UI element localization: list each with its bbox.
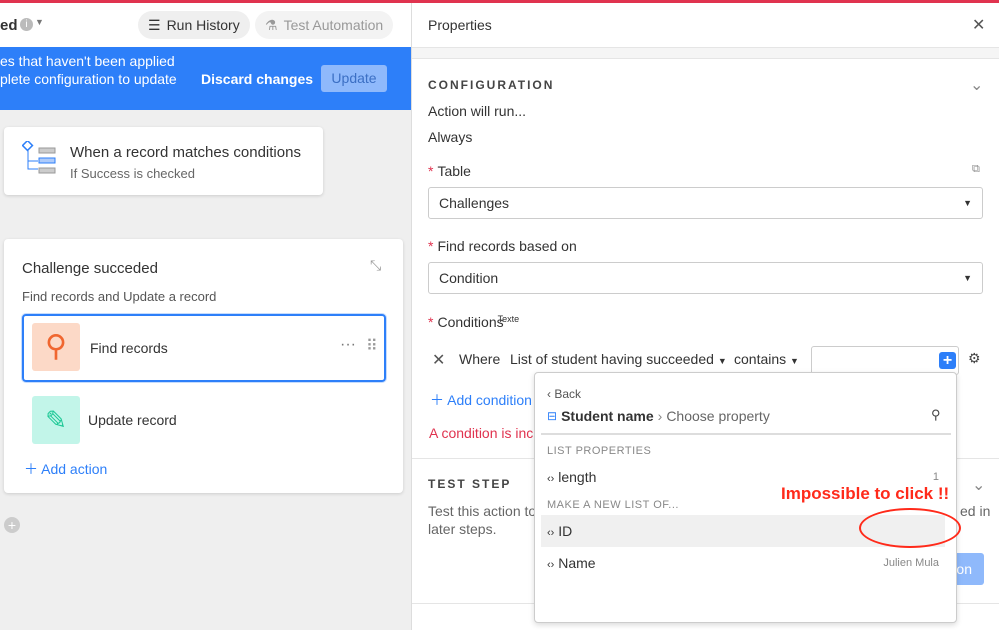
- gear-icon[interactable]: ⚙: [968, 350, 981, 367]
- divider: [412, 47, 999, 59]
- close-icon[interactable]: ✕: [972, 15, 985, 35]
- remove-condition-icon[interactable]: ✕: [432, 350, 445, 370]
- code-icon: ‹›: [547, 473, 555, 485]
- automation-header: ed i ▼ ☰ Run History ⚗ Test Automation: [0, 3, 411, 47]
- expand-record-icon[interactable]: ⧉: [972, 163, 980, 176]
- caret-down-icon: ▼: [717, 356, 727, 366]
- action-group-subtitle: Find records and Update a record: [22, 289, 217, 304]
- panel-title: Properties: [428, 17, 492, 33]
- table-value: Challenges: [439, 195, 510, 211]
- search-icon: ⚲: [32, 323, 80, 371]
- pencil-icon: ✎: [32, 396, 80, 444]
- action-group-card: Challenge succeded ⤡ Find records and Up…: [4, 239, 403, 493]
- code-icon: ‹›: [547, 527, 555, 539]
- banner-text-line2: plete configuration to update: [0, 71, 177, 87]
- list-properties-heading: LIST PROPERTIES: [547, 445, 652, 457]
- property-item-name[interactable]: ‹› Name Julien Mula: [541, 547, 945, 579]
- test-step-text-end: ed in: [960, 503, 991, 519]
- back-button[interactable]: ‹ Back: [547, 387, 581, 401]
- chevron-down-icon[interactable]: ⌄: [970, 75, 983, 95]
- field-dropdown[interactable]: List of student having succeeded ▼: [510, 351, 727, 367]
- property-label: ID: [558, 523, 573, 539]
- add-condition-label: Add condition: [447, 392, 532, 408]
- breadcrumb-current: Choose property: [666, 408, 770, 424]
- make-new-list-heading: MAKE A NEW LIST OF...: [547, 499, 679, 511]
- automation-title: ed: [0, 17, 18, 34]
- table-select[interactable]: Challenges ▼: [428, 187, 983, 219]
- chevron-down-icon[interactable]: ▼: [35, 17, 44, 27]
- trigger-title: When a record matches conditions: [70, 144, 301, 161]
- where-label: Where: [459, 351, 501, 367]
- drag-handle-icon[interactable]: ⠿: [366, 336, 378, 356]
- find-records-label: Find records based on: [437, 238, 577, 254]
- add-condition-button[interactable]: ＋ Add condition: [430, 390, 532, 410]
- breadcrumb-separator: ›: [657, 408, 663, 424]
- breadcrumb-source: Student name: [561, 408, 654, 424]
- add-action-button[interactable]: ＋ Add action: [24, 459, 107, 479]
- test-step-text-line2: later steps.: [428, 521, 497, 537]
- test-step-text: Test this action to: [428, 503, 537, 519]
- caret-down-icon: ▼: [963, 198, 972, 208]
- unsaved-changes-banner: es that haven't been applied plete confi…: [0, 47, 411, 110]
- add-step-icon[interactable]: +: [4, 517, 20, 533]
- operator-value: contains: [734, 351, 787, 367]
- list-icon: ☰: [148, 16, 161, 33]
- property-value: 1: [932, 471, 939, 483]
- code-icon: ‹›: [547, 559, 555, 571]
- annotation-text: Impossible to click !!: [781, 484, 950, 503]
- test-automation-label: Test Automation: [283, 17, 384, 33]
- caret-down-icon: ▼: [963, 273, 972, 283]
- trigger-subtitle: If Success is checked: [70, 166, 195, 181]
- condition-error-text: A condition is inc: [429, 425, 534, 441]
- trigger-card[interactable]: When a record matches conditions If Succ…: [4, 127, 323, 195]
- annotation-circle: [859, 508, 961, 548]
- property-value: Julien Mula: [883, 557, 939, 569]
- property-label: length: [558, 469, 597, 485]
- plus-icon: ＋: [24, 461, 42, 477]
- table-label: Table: [437, 163, 471, 179]
- field-value: List of student having succeeded: [510, 351, 714, 367]
- configuration-heading: CONFIGURATION: [428, 78, 555, 92]
- action-group-title: Challenge succeded: [22, 260, 158, 277]
- divider: [541, 433, 951, 435]
- discard-changes-button[interactable]: Discard changes: [201, 71, 313, 87]
- tooltip-overlay-text: Texte: [497, 314, 520, 324]
- run-condition-value: Always: [428, 129, 473, 145]
- search-icon[interactable]: ⚲: [931, 407, 941, 423]
- flask-icon: ⚗: [265, 16, 278, 33]
- action-label: Find records: [90, 340, 168, 356]
- property-label: Name: [558, 555, 596, 571]
- add-action-label: Add action: [41, 461, 108, 477]
- test-automation-button[interactable]: ⚗ Test Automation: [255, 11, 394, 39]
- breadcrumb: ⊟ Student name › Choose property: [547, 408, 770, 424]
- find-based-on-value: Condition: [439, 270, 499, 286]
- action-will-run-label: Action will run...: [428, 103, 527, 119]
- trigger-tree-icon: [22, 141, 56, 174]
- run-history-button[interactable]: ☰ Run History: [138, 11, 250, 39]
- back-label: Back: [554, 387, 582, 401]
- insert-value-plus-icon[interactable]: +: [939, 352, 956, 369]
- collapse-icon[interactable]: ⤡: [370, 257, 381, 274]
- chevron-down-icon[interactable]: ⌄: [972, 475, 985, 495]
- banner-text-line1: es that haven't been applied: [0, 53, 175, 69]
- caret-down-icon: ▼: [790, 356, 799, 366]
- action-update-record[interactable]: Update record: [88, 412, 177, 428]
- plus-icon: ＋: [430, 392, 448, 408]
- test-step-heading: TEST STEP: [428, 477, 512, 491]
- tree-icon: ⊟: [547, 409, 558, 423]
- find-based-on-select[interactable]: Condition ▼: [428, 262, 983, 294]
- more-icon[interactable]: ···: [340, 336, 356, 354]
- info-icon[interactable]: i: [20, 18, 33, 31]
- condition-value-input[interactable]: +: [811, 346, 959, 375]
- action-find-records[interactable]: ⚲ Find records ··· ⠿: [22, 314, 386, 382]
- run-history-label: Run History: [166, 17, 240, 33]
- operator-dropdown[interactable]: contains ▼: [734, 351, 799, 367]
- conditions-label: Conditions: [437, 314, 504, 330]
- update-button[interactable]: Update: [321, 65, 387, 92]
